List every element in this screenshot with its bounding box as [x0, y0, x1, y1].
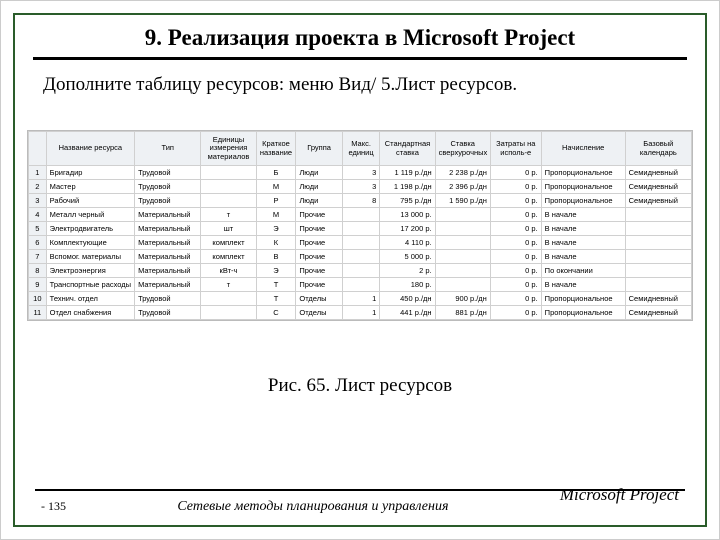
resource-sheet-table: Название ресурса Тип Единицы измерения м…: [27, 130, 693, 321]
table-row: 4Металл черныйМатериальныйтМПрочие13 000…: [29, 208, 692, 222]
instruction-text: Дополните таблицу ресурсов: меню Вид/ 5.…: [15, 74, 705, 106]
footer-center-text: Сетевые методы планирования и управления: [66, 499, 560, 515]
table-row: 9Транспортные расходыМатериальныйтТПрочи…: [29, 278, 692, 292]
table-row: 11Отдел снабженияТрудовойСОтделы1441 р./…: [29, 306, 692, 320]
table-row: 3РабочийТрудовойРЛюди8795 р./дн1 590 р./…: [29, 194, 692, 208]
table-row: 2МастерТрудовойМЛюди31 198 р./дн2 396 р.…: [29, 180, 692, 194]
table-row: 1БригадирТрудовойБЛюди31 119 р./дн2 238 …: [29, 166, 692, 180]
slide-title: 9. Реализация проекта в Microsoft Projec…: [15, 15, 705, 57]
table-row: 7Вспомог. материалыМатериальныйкомплектВ…: [29, 250, 692, 264]
table-row: 8ЭлектроэнергияМатериальныйкВт-чЭПрочие2…: [29, 264, 692, 278]
table-header-row: Название ресурса Тип Единицы измерения м…: [29, 132, 692, 166]
figure-caption: Рис. 65. Лист ресурсов: [15, 375, 705, 397]
table-row: 5ЭлектродвигательМатериальныйштЭПрочие17…: [29, 222, 692, 236]
page-number: - 135: [35, 499, 66, 514]
slide-footer: - 135 Сетевые методы планирования и упра…: [15, 489, 705, 515]
footer-right-text: Microsoft Project: [560, 485, 685, 505]
table-row: 6КомплектующиеМатериальныйкомплектКПрочи…: [29, 236, 692, 250]
title-rule: [33, 57, 687, 60]
table-row: 10Технич. отделТрудовойТОтделы1450 р./дн…: [29, 292, 692, 306]
